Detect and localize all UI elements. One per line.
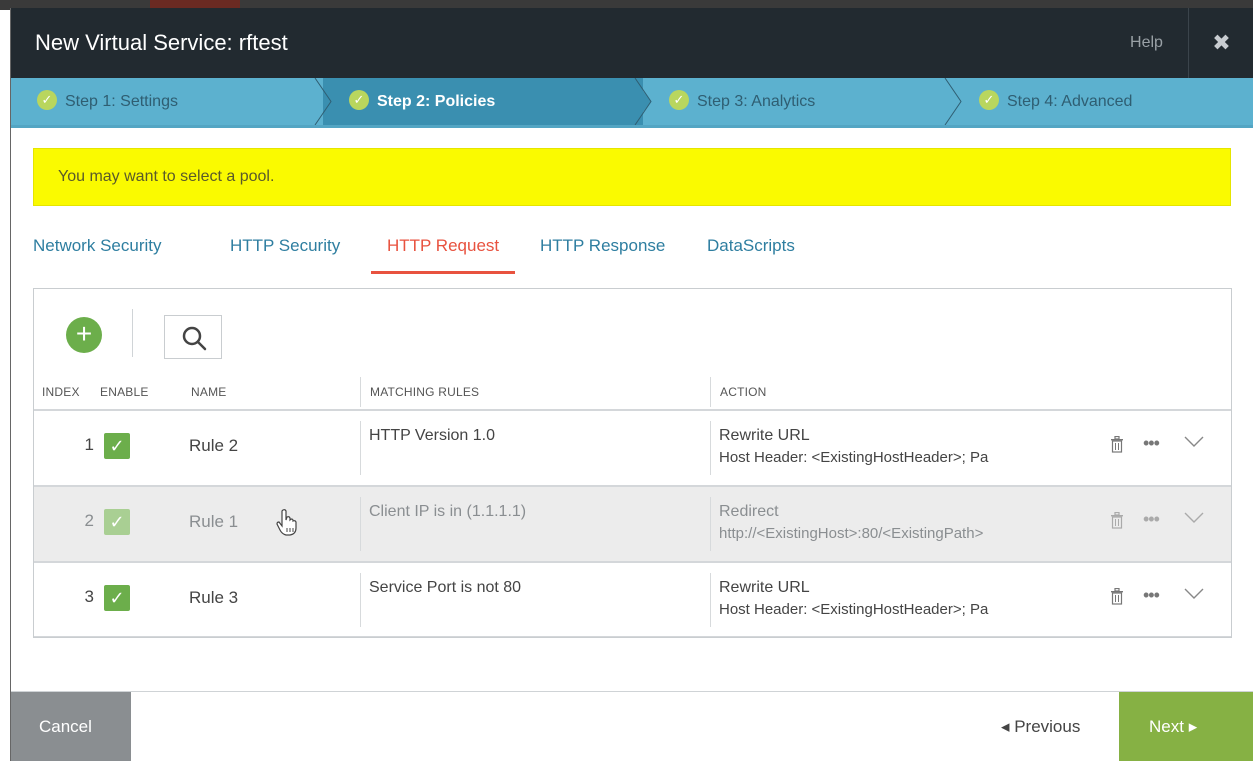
toolbar-divider [132, 309, 133, 357]
column-divider [360, 377, 361, 407]
more-options-icon[interactable]: ••• [1143, 433, 1160, 454]
column-header-enable: ENABLE [100, 385, 149, 399]
step-label: Step 1: Settings [65, 93, 178, 110]
enable-checkbox[interactable]: ✓ [104, 433, 130, 459]
table-row[interactable]: 1 ✓ Rule 2 HTTP Version 1.0 Rewrite URL … [34, 409, 1231, 485]
add-rule-button[interactable]: + [66, 317, 102, 353]
tab-network-security[interactable]: Network Security [33, 236, 161, 274]
check-circle-icon: ✓ [37, 90, 57, 111]
tab-http-response[interactable]: HTTP Response [540, 236, 665, 274]
step-label: Step 3: Analytics [697, 93, 816, 110]
cell-divider [360, 421, 361, 475]
close-icon[interactable]: ✖ [1189, 8, 1253, 78]
action-detail: Host Header: <ExistingHostHeader>; Pa [719, 601, 989, 618]
cell-divider [710, 573, 711, 627]
row-index: 2 [84, 511, 94, 530]
rule-name: Rule 2 [189, 436, 239, 455]
cancel-button[interactable]: Cancel [11, 692, 131, 761]
chevron-down-icon[interactable] [1184, 511, 1204, 529]
more-options-icon[interactable]: ••• [1143, 509, 1160, 530]
tab-http-request[interactable]: HTTP Request [371, 236, 516, 274]
new-virtual-service-dialog: New Virtual Service: rftest Help ✖ ✓ Step… [10, 8, 1253, 761]
enable-checkbox[interactable]: ✓ [104, 585, 130, 611]
rule-name: Rule 1 [189, 512, 239, 531]
column-header-matching-rules: MATCHING RULES [370, 385, 480, 399]
step-label: Step 2: Policies [377, 93, 496, 110]
step-settings[interactable]: ✓ Step 1: Settings [11, 78, 323, 125]
tab-datascripts[interactable]: DataScripts [707, 236, 795, 274]
check-circle-icon: ✓ [349, 90, 369, 111]
trash-icon[interactable] [1110, 587, 1124, 610]
chevron-down-icon[interactable] [1184, 587, 1204, 605]
alert-message: You may want to select a pool. [58, 168, 275, 185]
search-icon [182, 326, 207, 351]
check-circle-icon: ✓ [669, 90, 689, 111]
dialog-titlebar: New Virtual Service: rftest Help ✖ [11, 8, 1253, 78]
next-label: Next [1149, 717, 1184, 736]
cell-divider [710, 497, 711, 551]
step-policies[interactable]: ✓ Step 2: Policies [323, 78, 643, 125]
cell-divider [710, 421, 711, 475]
search-button[interactable] [164, 315, 222, 359]
previous-label: Previous [1014, 717, 1081, 736]
step-analytics[interactable]: ✓ Step 3: Analytics [643, 78, 953, 125]
dialog-title: New Virtual Service: rftest [35, 30, 288, 55]
row-index: 1 [84, 435, 94, 454]
help-button[interactable]: Help [1105, 8, 1189, 78]
rules-panel: + INDEX ENABLE NAME MATCHING RULES ACTIO… [33, 288, 1232, 638]
chevron-down-icon[interactable] [1184, 435, 1204, 453]
column-header-index: INDEX [42, 385, 80, 399]
step-label: Step 4: Advanced [1007, 93, 1133, 110]
matching-rule: HTTP Version 1.0 [369, 427, 495, 444]
rule-name: Rule 3 [189, 588, 239, 607]
wizard-steps: ✓ Step 1: Settings ✓ Step 2: Policies ✓ Ste… [11, 78, 1253, 128]
caret-right-icon: ▶ [1188, 721, 1198, 734]
column-header-name: NAME [191, 385, 227, 399]
trash-icon[interactable] [1110, 435, 1124, 458]
table-row[interactable]: 3 ✓ Rule 3 Service Port is not 80 Rewrit… [34, 561, 1231, 637]
previous-button[interactable]: ◀ Previous [1001, 692, 1080, 761]
cell-divider [360, 573, 361, 627]
more-options-icon[interactable]: ••• [1143, 585, 1160, 606]
column-header-action: ACTION [720, 385, 767, 399]
action-title: Rewrite URL [719, 427, 810, 444]
hand-cursor-icon [272, 507, 302, 542]
step-advanced[interactable]: ✓ Step 4: Advanced [953, 78, 1253, 125]
cell-divider [360, 497, 361, 551]
action-title: Rewrite URL [719, 579, 810, 596]
table-row[interactable]: 2 ✓ Rule 1 Client IP is in (1.1.1.1) Red… [34, 485, 1231, 561]
enable-checkbox[interactable]: ✓ [104, 509, 130, 535]
step-divider-icon [943, 78, 963, 125]
matching-rule: Client IP is in (1.1.1.1) [369, 503, 527, 520]
step-divider-icon [313, 78, 333, 125]
tab-http-security[interactable]: HTTP Security [230, 236, 340, 274]
row-index: 3 [84, 587, 94, 606]
pool-warning-alert: You may want to select a pool. [33, 148, 1231, 206]
matching-rule: Service Port is not 80 [369, 579, 522, 596]
step-divider-icon [633, 78, 653, 125]
action-title: Redirect [719, 503, 779, 520]
action-detail: Host Header: <ExistingHostHeader>; Pa [719, 449, 989, 466]
action-detail: http://<ExistingHost>:80/<ExistingPath> [719, 525, 984, 542]
next-button[interactable]: Next ▶ [1119, 692, 1253, 761]
column-divider [710, 377, 711, 407]
trash-icon[interactable] [1110, 511, 1124, 534]
caret-left-icon: ◀ [1001, 721, 1010, 734]
check-circle-icon: ✓ [979, 90, 999, 111]
dialog-footer: Cancel ◀ Previous Next ▶ [11, 691, 1253, 761]
